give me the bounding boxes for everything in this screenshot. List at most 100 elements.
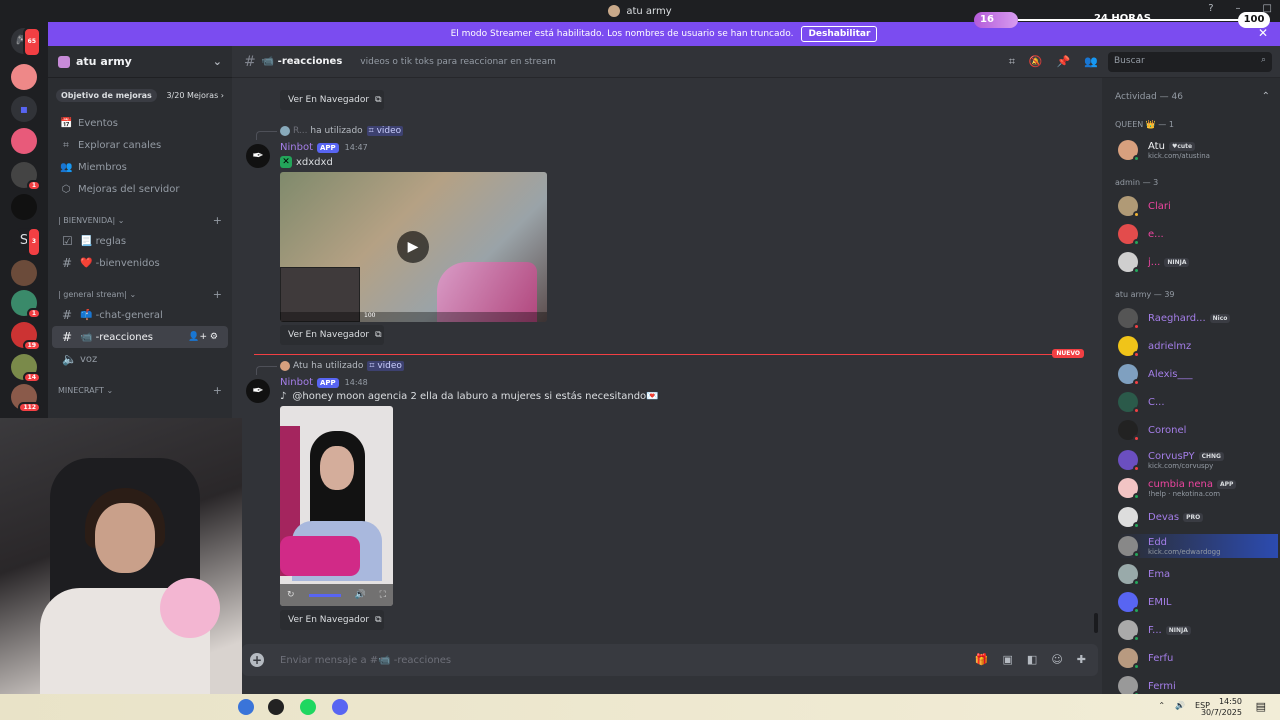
channel-reacciones[interactable]: # 📹 -reacciones 👤+ ⚙ [52,326,228,348]
member-item[interactable]: Clari [1118,194,1278,218]
nav-browse-channels[interactable]: ⌗ Explorar canales [48,134,232,156]
member-status-text: kick.com/atustina [1148,151,1210,160]
category-general-stream[interactable]: | general stream| ⌄ + [48,284,232,304]
hash-icon: # [244,53,256,70]
volume-icon[interactable]: 🔊 [1175,701,1185,710]
reply-context[interactable]: Atu ha utilizado ⌗ video [256,361,404,375]
chevron-down-icon[interactable]: ⌄ [213,55,222,68]
gift-icon[interactable]: 🎁 [975,653,989,666]
member-item[interactable]: adrielmz [1118,334,1278,358]
mute-bell-icon[interactable]: 🔕 [1029,55,1043,69]
member-item[interactable]: C... [1118,390,1278,414]
gif-icon[interactable]: ▣ [1003,653,1013,666]
close-icon[interactable]: ✕ [1258,26,1268,40]
apps-icon[interactable]: ✚ [1077,653,1086,666]
server-icon[interactable] [11,128,37,154]
disable-streamer-button[interactable]: Deshabilitar [801,26,878,42]
member-name-row: Clari [1148,201,1171,212]
spotify-icon[interactable] [300,699,316,715]
notifications-icon[interactable]: ▤ [1256,700,1266,713]
member-item[interactable]: j... NINJA [1118,250,1278,274]
open-in-browser-link[interactable]: Ver En Navegador ⧉ [280,610,384,630]
video-embed[interactable]: 100 ▶ [280,172,547,322]
volume-icon[interactable]: 🔊 [354,590,365,600]
clock[interactable]: 14:50 30/7/2025 [1201,696,1242,718]
stream-timer-overlay: 16 24 HORAS 100 [974,12,1270,28]
member-name-row: Devas PRO [1148,512,1204,523]
channel-chat-general[interactable]: # 📫 -chat-general [52,304,228,326]
member-item[interactable]: Atu ♥cute kick.com/atustina [1118,138,1278,162]
message-input[interactable]: + Enviar mensaje a #📹 -reacciones 🎁 ▣ ◧ … [242,644,1098,676]
avatar [1118,420,1140,442]
server-icon[interactable]: 1 [11,162,41,191]
member-item[interactable]: Devas PRO [1118,505,1278,529]
server-icon[interactable]: 14 [11,354,41,383]
search-input[interactable]: Buscar ⌕ [1108,52,1272,72]
channel-reglas[interactable]: ☑ 📃 reglas [52,230,228,252]
server-icon[interactable] [11,194,37,220]
boost-goal[interactable]: Objetivo de mejoras 3/20 Mejoras › [56,86,224,104]
play-icon[interactable]: ▶ [397,231,429,263]
emoji-icon[interactable]: ☺ [1051,653,1062,666]
member-item[interactable]: Ferfu [1118,646,1278,670]
server-icon[interactable] [11,64,37,90]
member-item[interactable]: cumbia nena APP !help · nekotina.com [1118,476,1278,500]
threads-icon[interactable]: ⌗ [1009,55,1015,69]
nav-members[interactable]: 👥 Miembros [48,156,232,178]
replay-icon[interactable]: ↻ [287,590,295,600]
settings-icon[interactable]: 👤+ ⚙ [188,332,218,342]
member-item[interactable]: EMIL [1118,590,1278,614]
server-header[interactable]: atu army ⌄ [48,46,232,78]
discord-home-icon[interactable]: 🎮65 [11,27,41,57]
open-in-browser-link[interactable]: Ver En Navegador ⧉ [280,90,384,110]
member-item[interactable]: Fermi [1118,674,1278,694]
category-bienvenida[interactable]: | BIENVENIDA| ⌄ + [48,210,232,230]
member-item[interactable]: e... [1118,222,1278,246]
server-icon[interactable]: 19 [11,322,41,351]
reply-context[interactable]: R... ha utilizado ⌗ video [255,126,404,140]
member-item[interactable]: Coronel [1118,418,1278,442]
avatar[interactable]: ✒ [246,144,270,168]
member-item[interactable]: Raeghard... Nico [1118,306,1278,330]
member-item[interactable]: CorvusPY CHNG kick.com/corvuspy [1118,448,1278,472]
nav-events[interactable]: 📅 Eventos [48,112,232,134]
member-item[interactable]: Ema [1118,562,1278,586]
discord-icon[interactable] [332,699,348,715]
server-icon[interactable] [11,260,37,286]
server-icon[interactable]: S3 [11,227,41,257]
sticker-icon[interactable]: ◧ [1027,653,1037,666]
add-channel-icon[interactable]: + [213,288,222,301]
add-attachment-icon[interactable]: + [250,653,264,667]
member-item[interactable]: Alexis___ [1118,362,1278,386]
avatar[interactable]: ✒ [246,379,270,403]
author-name[interactable]: Ninbot [280,142,313,153]
calendar-icon: 📅 [60,117,73,129]
channel-voz[interactable]: 🔈 voz [52,348,228,370]
video-embed[interactable]: ↻ 🔊 ⛶ [280,406,393,606]
category-minecraft[interactable]: MINECRAFT ⌄ + [48,380,232,400]
server-icon[interactable]: 112 [11,384,41,413]
link-label: Ver En Navegador [288,330,370,340]
member-item[interactable]: F... NINJA [1118,618,1278,642]
folder-icon[interactable]: ▪ [11,96,37,122]
slash-command[interactable]: ⌗ video [367,361,404,371]
member-item[interactable]: Edd kick.com/edwardogg [1118,534,1278,558]
chrome-icon[interactable] [238,699,254,715]
author-name[interactable]: Ninbot [280,377,313,388]
add-channel-icon[interactable]: + [213,214,222,227]
chat-scrollbar[interactable] [1094,613,1098,633]
slash-command[interactable]: ⌗ video [366,126,404,136]
fullscreen-icon[interactable]: ⛶ [380,590,386,600]
chevron-up-icon[interactable]: ⌃ [1262,91,1270,102]
chevron-up-icon[interactable]: ⌃ [1158,701,1165,710]
add-channel-icon[interactable]: + [213,384,222,397]
obs-icon[interactable] [268,699,284,715]
pin-icon[interactable]: 📌 [1057,55,1071,69]
member-list-icon[interactable]: 👥 [1084,55,1098,69]
open-in-browser-link[interactable]: Ver En Navegador ⧉ [280,325,384,345]
server-icon[interactable]: 1 [11,290,41,319]
nav-server-boosts[interactable]: ⬡ Mejoras del servidor [48,178,232,200]
progress-bar[interactable] [308,593,341,597]
webcam-scene [95,503,155,573]
channel-bienvenidos[interactable]: # ❤️ -bienvenidos [52,252,228,274]
